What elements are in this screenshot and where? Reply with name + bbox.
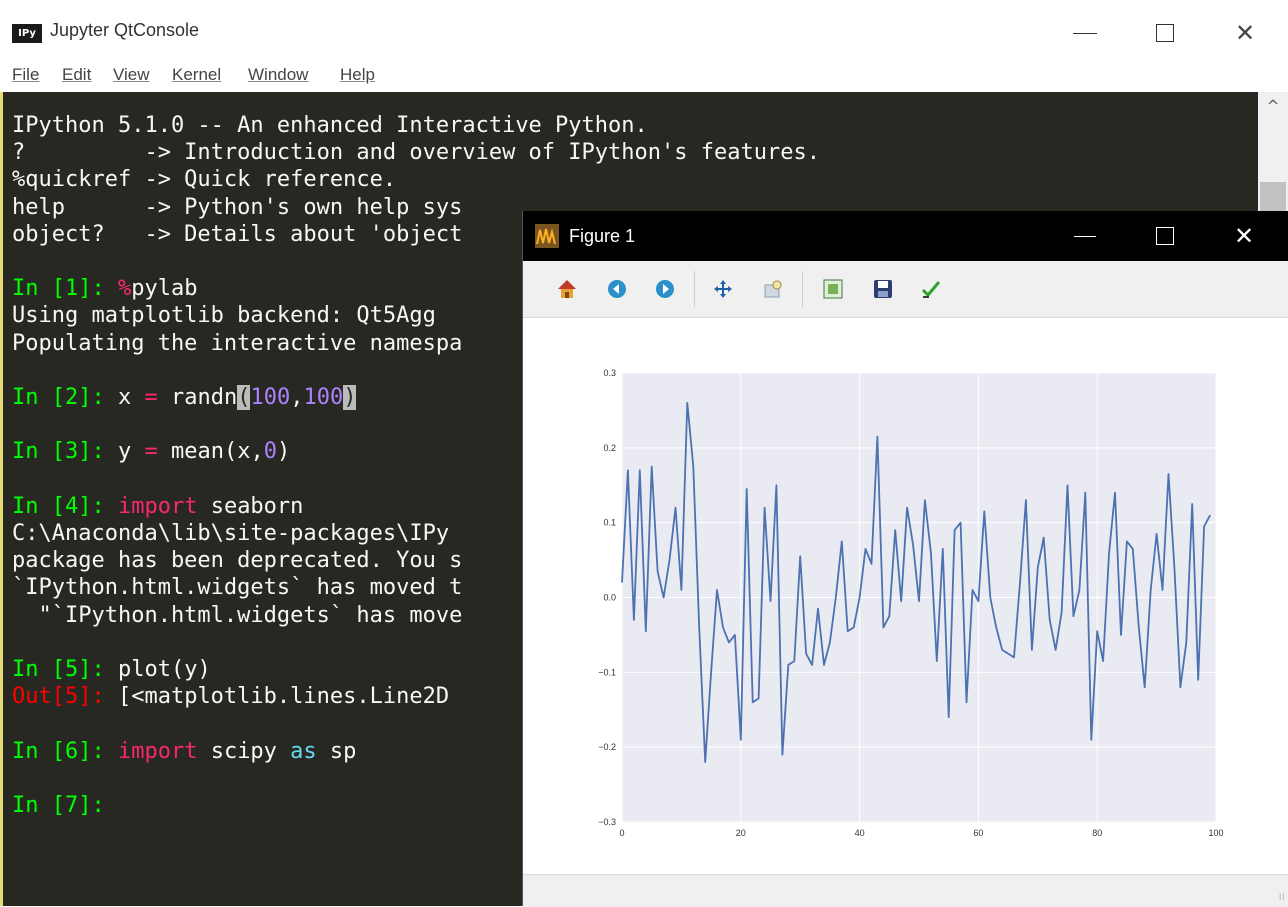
figure-maximize-button[interactable] bbox=[1137, 213, 1193, 259]
figure-titlebar[interactable]: Figure 1 ✕ bbox=[523, 211, 1288, 261]
input-prompt: In [6]: bbox=[12, 738, 118, 764]
input-prompt: In [1]: bbox=[12, 276, 118, 302]
maximize-icon bbox=[1156, 227, 1174, 245]
current-input-prompt[interactable]: In [7]: bbox=[12, 793, 118, 818]
maximize-button[interactable] bbox=[1135, 10, 1195, 56]
keyword-import: import bbox=[117, 738, 198, 764]
keyword-import: import bbox=[117, 493, 198, 519]
close-button[interactable]: ✕ bbox=[1215, 10, 1275, 56]
zoom-icon[interactable] bbox=[761, 277, 785, 301]
banner-line: help -> Python's own help sys bbox=[12, 194, 463, 220]
matched-paren: ) bbox=[343, 385, 357, 411]
code-var: x bbox=[117, 385, 132, 411]
close-icon: ✕ bbox=[1233, 222, 1255, 250]
y-tick-label: −0.1 bbox=[598, 667, 616, 677]
figure-canvas[interactable]: 0.3 0.2 0.1 0.0 −0.1 −0.2 −0.3 0 20 40 60 80 100 bbox=[523, 318, 1288, 874]
resize-grip-icon[interactable]: ⁞⁞ bbox=[1279, 892, 1285, 903]
banner-line: %quickref -> Quick reference. bbox=[12, 167, 397, 193]
warning-line: `IPython.html.widgets` has moved t bbox=[12, 575, 463, 601]
menu-view[interactable]: View bbox=[113, 65, 150, 85]
line-chart[interactable]: 0.3 0.2 0.1 0.0 −0.1 −0.2 −0.30 20 40 60 80 100 bbox=[523, 318, 1288, 874]
y-tick-label: −0.2 bbox=[598, 742, 616, 752]
code-operator: = bbox=[144, 385, 158, 411]
code-operator: = bbox=[144, 439, 158, 465]
y-tick-label: 0.2 bbox=[603, 443, 616, 453]
pan-icon[interactable] bbox=[711, 277, 735, 301]
banner-line: ? -> Introduction and overview of IPytho… bbox=[12, 140, 820, 166]
home-icon[interactable] bbox=[555, 277, 579, 301]
minimize-button[interactable] bbox=[1055, 10, 1115, 56]
code-number: 100 bbox=[250, 385, 291, 411]
subplots-icon[interactable] bbox=[821, 277, 845, 301]
keyword-as: as bbox=[290, 738, 317, 764]
figure-close-button[interactable]: ✕ bbox=[1216, 213, 1272, 259]
input-code: plot(y) bbox=[117, 657, 211, 683]
menu-edit[interactable]: Edit bbox=[62, 65, 91, 85]
input-prompt: In [4]: bbox=[12, 493, 118, 519]
x-tick-label: 0 bbox=[619, 828, 624, 838]
code-func: randn bbox=[170, 385, 238, 411]
output-line: Using matplotlib backend: Qt5Agg bbox=[12, 303, 436, 329]
y-tick-label: 0.0 bbox=[603, 593, 616, 603]
input-prompt: In [3]: bbox=[12, 439, 118, 465]
warning-line: "`IPython.html.widgets` has move bbox=[12, 602, 463, 628]
input-prompt: In [5]: bbox=[12, 657, 118, 683]
navigation-toolbar bbox=[523, 261, 1288, 318]
forward-icon[interactable] bbox=[653, 277, 677, 301]
minimize-icon bbox=[1074, 235, 1096, 237]
maximize-icon bbox=[1156, 24, 1174, 42]
code-call: mean(x, bbox=[170, 439, 264, 465]
code-comma: , bbox=[290, 385, 304, 411]
output-text: [<matplotlib.lines.Line2D bbox=[117, 684, 450, 710]
scroll-thumb[interactable] bbox=[1260, 182, 1286, 212]
warning-line: C:\Anaconda\lib\site-packages\IPy bbox=[12, 521, 450, 547]
figure-statusbar: ⁞⁞ bbox=[523, 874, 1288, 907]
input-prompt: In [2]: bbox=[12, 385, 118, 411]
menu-help[interactable]: Help bbox=[340, 65, 375, 85]
qtconsole-titlebar[interactable]: IPy Jupyter QtConsole ✕ bbox=[0, 0, 1288, 66]
figure-window: Figure 1 ✕ 0.3 0.2 0.1 0.0 −0.1 −0.2 −0.… bbox=[522, 211, 1288, 907]
menu-file[interactable]: File bbox=[12, 65, 39, 85]
output-line: Populating the interactive namespa bbox=[12, 330, 463, 356]
figure-minimize-button[interactable] bbox=[1057, 213, 1113, 259]
x-tick-label: 80 bbox=[1092, 828, 1102, 838]
code-number: 100 bbox=[303, 385, 344, 411]
menu-kernel[interactable]: Kernel bbox=[172, 65, 221, 85]
minimize-icon bbox=[1073, 32, 1097, 34]
y-tick-label: 0.1 bbox=[603, 518, 616, 528]
window-title: Jupyter QtConsole bbox=[50, 20, 200, 40]
matched-paren: ( bbox=[237, 385, 251, 411]
y-tick-label: −0.3 bbox=[598, 817, 616, 827]
customize-icon[interactable] bbox=[919, 277, 943, 301]
alias-name: sp bbox=[316, 738, 357, 764]
module-name: seaborn bbox=[197, 493, 304, 519]
ipython-app-icon: IPy bbox=[12, 24, 42, 43]
x-tick-label: 40 bbox=[855, 828, 865, 838]
input-code: pylab bbox=[131, 276, 198, 302]
y-tick-label: 0.3 bbox=[603, 368, 616, 378]
save-icon[interactable] bbox=[871, 277, 895, 301]
menu-window[interactable]: Window bbox=[248, 65, 308, 85]
banner-line: IPython 5.1.0 -- An enhanced Interactive… bbox=[12, 113, 648, 138]
warning-line: package has been deprecated. You s bbox=[12, 548, 463, 574]
code-close: ) bbox=[276, 439, 291, 465]
x-tick-label: 20 bbox=[736, 828, 746, 838]
code-var: y bbox=[117, 439, 132, 465]
banner-line: object? -> Details about 'object bbox=[12, 221, 463, 247]
back-icon[interactable] bbox=[605, 277, 629, 301]
module-name: scipy bbox=[197, 738, 291, 764]
scroll-up-arrow-icon[interactable]: ^ bbox=[1258, 92, 1288, 120]
toolbar-separator bbox=[694, 271, 695, 307]
output-prompt: Out[5]: bbox=[12, 684, 118, 710]
close-icon: ✕ bbox=[1234, 19, 1256, 47]
code-number: 0 bbox=[263, 439, 277, 465]
figure-title: Figure 1 bbox=[569, 226, 636, 246]
menubar: File Edit View Kernel Window Help bbox=[0, 62, 1288, 90]
matplotlib-figure-icon bbox=[535, 224, 559, 248]
x-tick-label: 60 bbox=[973, 828, 983, 838]
toolbar-separator bbox=[802, 271, 803, 307]
magic-symbol: % bbox=[117, 276, 132, 302]
x-tick-label: 100 bbox=[1208, 828, 1223, 838]
